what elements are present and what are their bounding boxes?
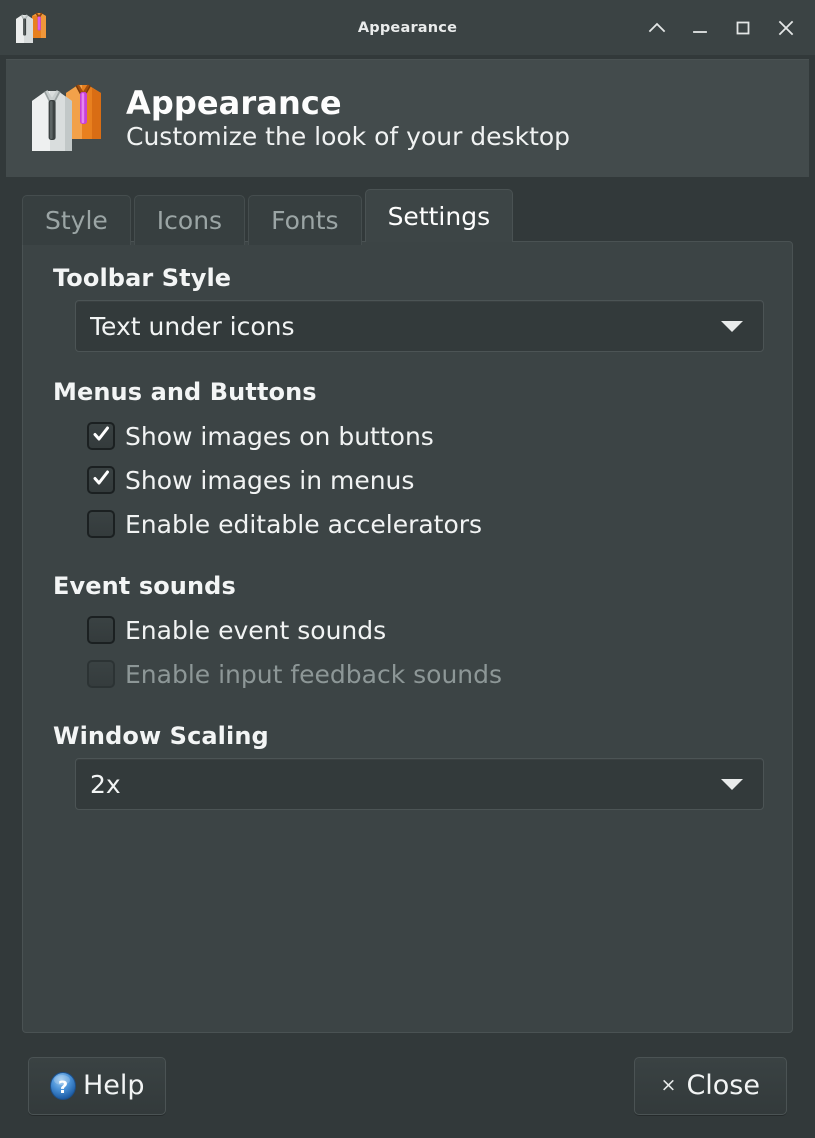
tab-icons[interactable]: Icons <box>133 195 246 245</box>
settings-notebook: Style Icons Fonts Settings Toolbar Style… <box>22 189 793 1033</box>
tab-settings-label: Settings <box>387 201 491 231</box>
checkbox-row-enable-event-sounds[interactable]: Enable event sounds <box>87 608 764 652</box>
checkbox-enable-editable-accelerators[interactable] <box>87 510 115 538</box>
toolbar-style-combobox[interactable]: Text under icons <box>75 300 764 352</box>
toolbar-style-value: Text under icons <box>90 311 295 341</box>
checkbox-enable-event-sounds[interactable] <box>87 616 115 644</box>
shade-button[interactable] <box>635 6 678 50</box>
chevron-down-icon <box>721 320 743 332</box>
minimize-button[interactable] <box>678 6 721 50</box>
close-x-icon: × <box>660 1074 677 1096</box>
window-scaling-combobox[interactable]: 2x <box>75 758 764 810</box>
tab-style[interactable]: Style <box>22 195 131 245</box>
event-sounds-title: Event sounds <box>53 572 236 600</box>
tab-style-label: Style <box>45 206 108 235</box>
menus-and-buttons-section: Menus and Buttons Show images on buttons <box>51 378 764 546</box>
header-title: Appearance <box>126 83 342 122</box>
svg-text:?: ? <box>58 1078 68 1098</box>
checkbox-label: Enable editable accelerators <box>125 509 483 539</box>
checkbox-label: Enable event sounds <box>125 615 387 645</box>
dialog-action-area: ? Help × Close <box>0 1033 815 1138</box>
settings-tab-panel: Toolbar Style Text under icons Menus and… <box>22 241 793 1033</box>
checkbox-label: Show images on buttons <box>125 421 434 451</box>
checkbox-row-enable-editable-accelerators[interactable]: Enable editable accelerators <box>87 502 764 546</box>
tab-bar: Style Icons Fonts Settings <box>22 189 793 245</box>
checkbox-enable-input-feedback-sounds <box>87 660 115 688</box>
maximize-icon <box>732 17 754 39</box>
event-sounds-section: Event sounds Enable event sounds Enable … <box>51 572 764 696</box>
tab-icons-label: Icons <box>156 206 223 235</box>
header-texts: Appearance Customize the look of your de… <box>126 86 570 151</box>
dialog-header: Appearance Customize the look of your de… <box>6 59 809 177</box>
window-icon <box>10 7 52 49</box>
appearance-window: Appearance Appearance Customize the look… <box>0 0 815 1138</box>
chevron-down-icon <box>721 778 743 790</box>
chevron-up-icon <box>646 17 668 39</box>
checkmark-icon <box>93 470 109 485</box>
window-scaling-value: 2x <box>90 769 121 799</box>
checkbox-label: Enable input feedback sounds <box>125 659 503 689</box>
toolbar-style-section: Toolbar Style Text under icons <box>51 264 764 352</box>
window-scaling-section: Window Scaling 2x <box>51 722 764 810</box>
checkbox-label: Show images in menus <box>125 465 415 495</box>
checkmark-icon <box>93 426 109 441</box>
checkbox-row-enable-input-feedback-sounds: Enable input feedback sounds <box>87 652 764 696</box>
close-dialog-button[interactable]: × Close <box>633 1056 787 1115</box>
maximize-button[interactable] <box>721 6 764 50</box>
minimize-icon <box>689 17 711 39</box>
close-button[interactable] <box>764 6 807 50</box>
menus-and-buttons-title: Menus and Buttons <box>53 378 317 406</box>
tab-fonts-label: Fonts <box>271 206 339 235</box>
close-button-label: Close <box>686 1070 760 1101</box>
tab-settings[interactable]: Settings <box>364 189 514 242</box>
titlebar-buttons <box>635 6 807 50</box>
tab-fonts[interactable]: Fonts <box>248 195 362 245</box>
header-subtitle: Customize the look of your desktop <box>126 121 571 151</box>
checkbox-show-images-on-buttons[interactable] <box>87 422 115 450</box>
checkbox-row-show-images-in-menus[interactable]: Show images in menus <box>87 458 764 502</box>
titlebar: Appearance <box>0 0 815 55</box>
window-scaling-title: Window Scaling <box>53 722 269 750</box>
checkbox-show-images-in-menus[interactable] <box>87 466 115 494</box>
toolbar-style-title: Toolbar Style <box>53 264 232 292</box>
checkbox-row-show-images-on-buttons[interactable]: Show images on buttons <box>87 414 764 458</box>
help-circle-icon: ? <box>49 1071 77 1101</box>
help-button-label: Help <box>83 1070 145 1101</box>
appearance-icon <box>22 73 114 165</box>
close-icon <box>775 17 797 39</box>
help-button[interactable]: ? Help <box>28 1056 166 1115</box>
